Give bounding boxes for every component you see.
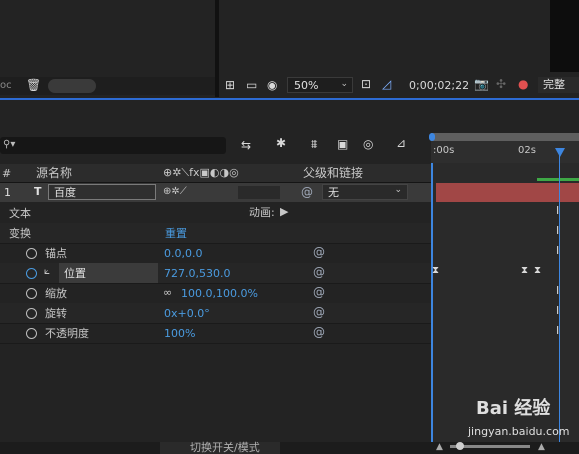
stopwatch-icon[interactable]: [26, 288, 37, 299]
pickwhip-icon[interactable]: @: [301, 186, 313, 198]
text-layer-icon: T: [34, 185, 42, 198]
opacity-row[interactable]: 不透明度 100% @: [0, 323, 431, 344]
keyframe-icon[interactable]: ⧗: [521, 266, 528, 276]
text-group-row[interactable]: 文本 动画: ▶: [0, 203, 431, 224]
toggle-switches-modes-label[interactable]: 切换开关/模式: [190, 442, 260, 453]
region-of-interest-icon[interactable]: ⊡: [361, 78, 371, 90]
property-label: 锚点: [45, 247, 67, 260]
property-value[interactable]: 100.0,100.0%: [181, 288, 258, 299]
position-row[interactable]: ⟀ 位置 727.0,530.0 @: [0, 263, 431, 284]
chart-icon[interactable]: ⊿: [396, 137, 406, 149]
column-header: # 源名称 ⊕✲⟍fx▣◐◑◎ 父级和链接: [0, 164, 431, 183]
trash-icon[interactable]: 🗑: [26, 79, 41, 91]
chevron-down-icon: ⌄: [394, 185, 402, 195]
watermark-url: jingyan.baidu.com: [468, 425, 570, 438]
search-input[interactable]: ⚲▾: [0, 137, 226, 154]
property-label: 缩放: [45, 287, 67, 300]
graph-editor-icon[interactable]: ◎: [363, 138, 373, 150]
graph-icon[interactable]: ⟀: [44, 267, 50, 277]
scale-row[interactable]: 缩放 ∞ 100.0,100.0% @: [0, 283, 431, 304]
stopwatch-icon[interactable]: [26, 308, 37, 319]
parent-select[interactable]: 无 ⌄: [322, 184, 408, 200]
project-footer-label: oc: [0, 80, 12, 91]
timeline-footer: [0, 442, 579, 454]
switches-icon: ⊕✲⟍fx▣◐◑◎: [163, 166, 239, 179]
work-area-start-handle[interactable]: [429, 133, 435, 141]
viewer-canvas[interactable]: [550, 0, 579, 72]
camera-icon[interactable]: 📷: [474, 78, 489, 90]
layer-name-field[interactable]: 百度: [48, 184, 156, 200]
animate-label[interactable]: 动画:: [249, 207, 275, 218]
quality-value: 完整: [543, 78, 565, 91]
keyframe-icon[interactable]: ⧗: [432, 266, 439, 276]
zoom-slider-thumb[interactable]: [456, 442, 464, 450]
expression-spiral-icon[interactable]: @: [313, 306, 325, 318]
parent-column-label[interactable]: 父级和链接: [303, 167, 363, 179]
property-value[interactable]: 727.0,530.0: [164, 268, 230, 279]
zoom-in-icon[interactable]: ▲: [538, 443, 545, 452]
playhead-line[interactable]: [559, 150, 560, 454]
transform-group-row[interactable]: 变换 重置: [0, 223, 431, 244]
stopwatch-icon[interactable]: [26, 328, 37, 339]
constrain-link-icon[interactable]: ∞: [163, 287, 172, 298]
expression-spiral-icon[interactable]: @: [313, 286, 325, 298]
layer-name: 百度: [54, 186, 76, 199]
expression-spiral-icon[interactable]: @: [313, 326, 325, 338]
zoom-out-icon[interactable]: ▲: [436, 443, 443, 452]
watermark-logo: Bai 经验: [476, 398, 551, 419]
parent-value: 无: [328, 186, 339, 199]
grid-icon[interactable]: ⊞: [225, 79, 235, 91]
zoom-value: 50%: [294, 79, 319, 92]
draft-3d-icon[interactable]: ⇆: [241, 139, 251, 151]
hash-column-label: #: [2, 167, 12, 180]
search-icon: ⚲▾: [3, 139, 16, 150]
show-channel-icon[interactable]: ✣: [496, 78, 506, 90]
shy-icon[interactable]: ✱: [276, 137, 286, 149]
quality-select[interactable]: 完整: [538, 77, 579, 93]
timecode[interactable]: 0;00;02;22: [409, 80, 469, 91]
layer-switches-icon[interactable]: ⊕✲⟋: [163, 187, 187, 197]
transparency-grid-icon[interactable]: ◿: [382, 78, 391, 90]
playhead-handle[interactable]: [555, 148, 565, 157]
reset-link[interactable]: 重置: [165, 228, 187, 239]
property-label: 文本: [9, 207, 31, 220]
render-bar: [537, 178, 579, 181]
source-name-column-label[interactable]: 源名称: [36, 167, 72, 179]
keyframe-icon[interactable]: ⧗: [534, 266, 541, 276]
mask-icon[interactable]: ◉: [267, 79, 277, 91]
monitor-icon[interactable]: ▭: [246, 79, 257, 91]
property-label: 旋转: [45, 307, 67, 320]
motion-blur-icon[interactable]: ▣: [337, 138, 348, 150]
stopwatch-icon[interactable]: [26, 248, 37, 259]
property-value[interactable]: 0x+0.0°: [164, 308, 210, 319]
stopwatch-icon[interactable]: [26, 268, 37, 279]
rotation-row[interactable]: 旋转 0x+0.0° @: [0, 303, 431, 324]
property-value[interactable]: 100%: [164, 328, 195, 339]
ruler-label-0: :00s: [433, 145, 455, 156]
project-scroll[interactable]: [48, 79, 96, 93]
layer-duration-bar[interactable]: [436, 183, 579, 202]
work-area-bar[interactable]: [431, 133, 579, 141]
expression-spiral-icon[interactable]: @: [313, 266, 325, 278]
zoom-select[interactable]: 50% ⌄: [287, 77, 353, 93]
property-label: 不透明度: [45, 327, 89, 340]
frame-blending-icon[interactable]: ⩩: [311, 138, 317, 150]
chevron-down-icon: ⌄: [340, 79, 348, 89]
expression-spiral-icon[interactable]: @: [313, 246, 325, 258]
color-icon[interactable]: ●: [518, 78, 528, 90]
timeline-left-edge: [431, 163, 433, 442]
layer-index: 1: [4, 186, 11, 199]
anchor-point-row[interactable]: 锚点 0.0,0.0 @: [0, 243, 431, 264]
property-label: 位置: [64, 267, 86, 280]
ruler-label-2: 02s: [518, 145, 536, 156]
play-icon[interactable]: ▶: [280, 206, 288, 217]
mode-switches[interactable]: [238, 186, 280, 199]
property-value[interactable]: 0.0,0.0: [164, 248, 202, 259]
property-label: 变换: [9, 227, 31, 240]
